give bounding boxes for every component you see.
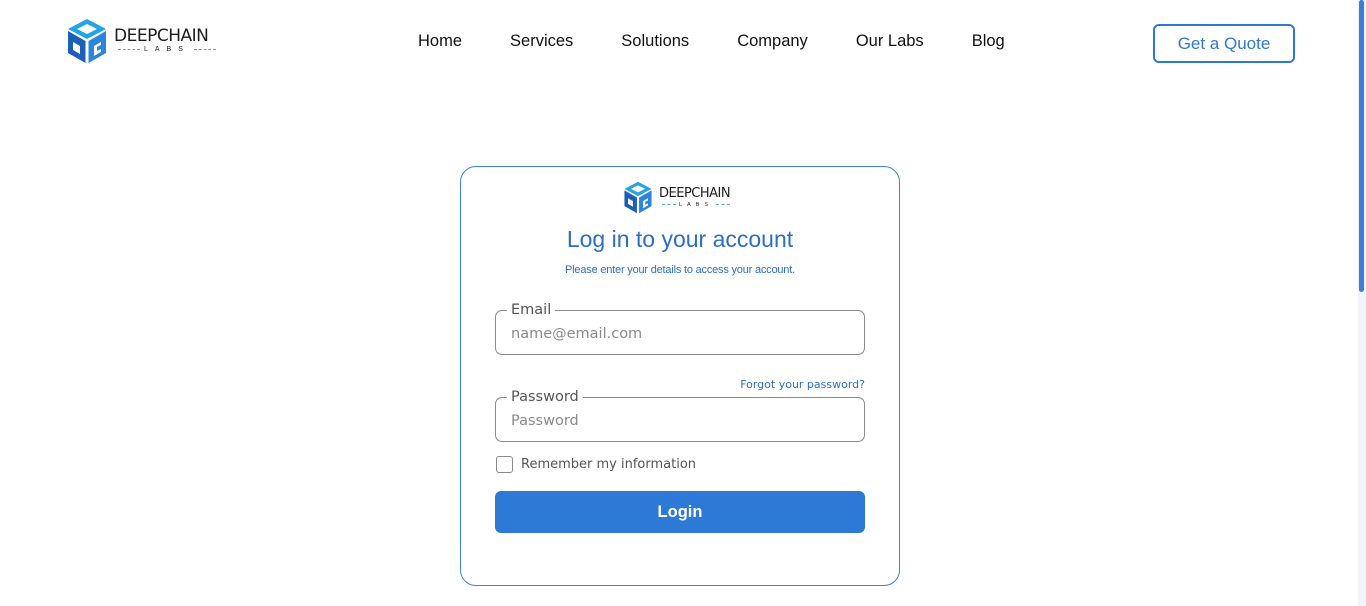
logo-sub: LABS	[144, 46, 190, 53]
get-a-quote-button[interactable]: Get a Quote	[1153, 24, 1295, 63]
vertical-scrollbar[interactable]	[1358, 0, 1366, 606]
nav-our-labs[interactable]: Our Labs	[856, 31, 924, 51]
remember-label[interactable]: Remember my information	[521, 457, 696, 472]
remember-row: Remember my information	[496, 456, 696, 473]
email-label: Email	[507, 301, 556, 319]
nav-solutions[interactable]: Solutions	[621, 31, 689, 51]
nav-blog[interactable]: Blog	[972, 31, 1005, 51]
nav-home[interactable]: Home	[418, 31, 462, 51]
main-nav: Home Services Solutions Company Our Labs…	[418, 31, 1005, 51]
logo-name: DEEPCHAIN	[114, 26, 209, 46]
login-button[interactable]: Login	[495, 491, 865, 533]
remember-checkbox[interactable]	[496, 456, 513, 473]
email-field: Email	[495, 301, 865, 355]
login-subtitle: Please enter your details to access your…	[565, 264, 795, 276]
card-logo-sub: LABS	[679, 201, 714, 208]
brand-logo[interactable]: DEEPCHAIN LABS	[66, 18, 220, 64]
cube-logo-icon	[68, 19, 106, 63]
login-card: DEEPCHAIN LABS Log in to your account Pl…	[460, 166, 900, 586]
cube-logo-icon	[624, 181, 652, 214]
page: DEEPCHAIN LABS Home Services Solutions C…	[0, 0, 1366, 606]
nav-company[interactable]: Company	[737, 31, 808, 51]
password-input[interactable]	[511, 410, 851, 432]
card-logo: DEEPCHAIN LABS	[623, 181, 733, 214]
password-field: Password	[495, 388, 865, 442]
login-title: Log in to your account	[566, 226, 794, 252]
email-input[interactable]	[511, 323, 851, 345]
password-label: Password	[507, 388, 583, 406]
scrollbar-thumb[interactable]	[1359, 0, 1364, 292]
card-logo-name: DEEPCHAIN	[659, 185, 731, 201]
forgot-password-link[interactable]: Forgot your password?	[740, 378, 865, 391]
nav-services[interactable]: Services	[510, 31, 573, 51]
